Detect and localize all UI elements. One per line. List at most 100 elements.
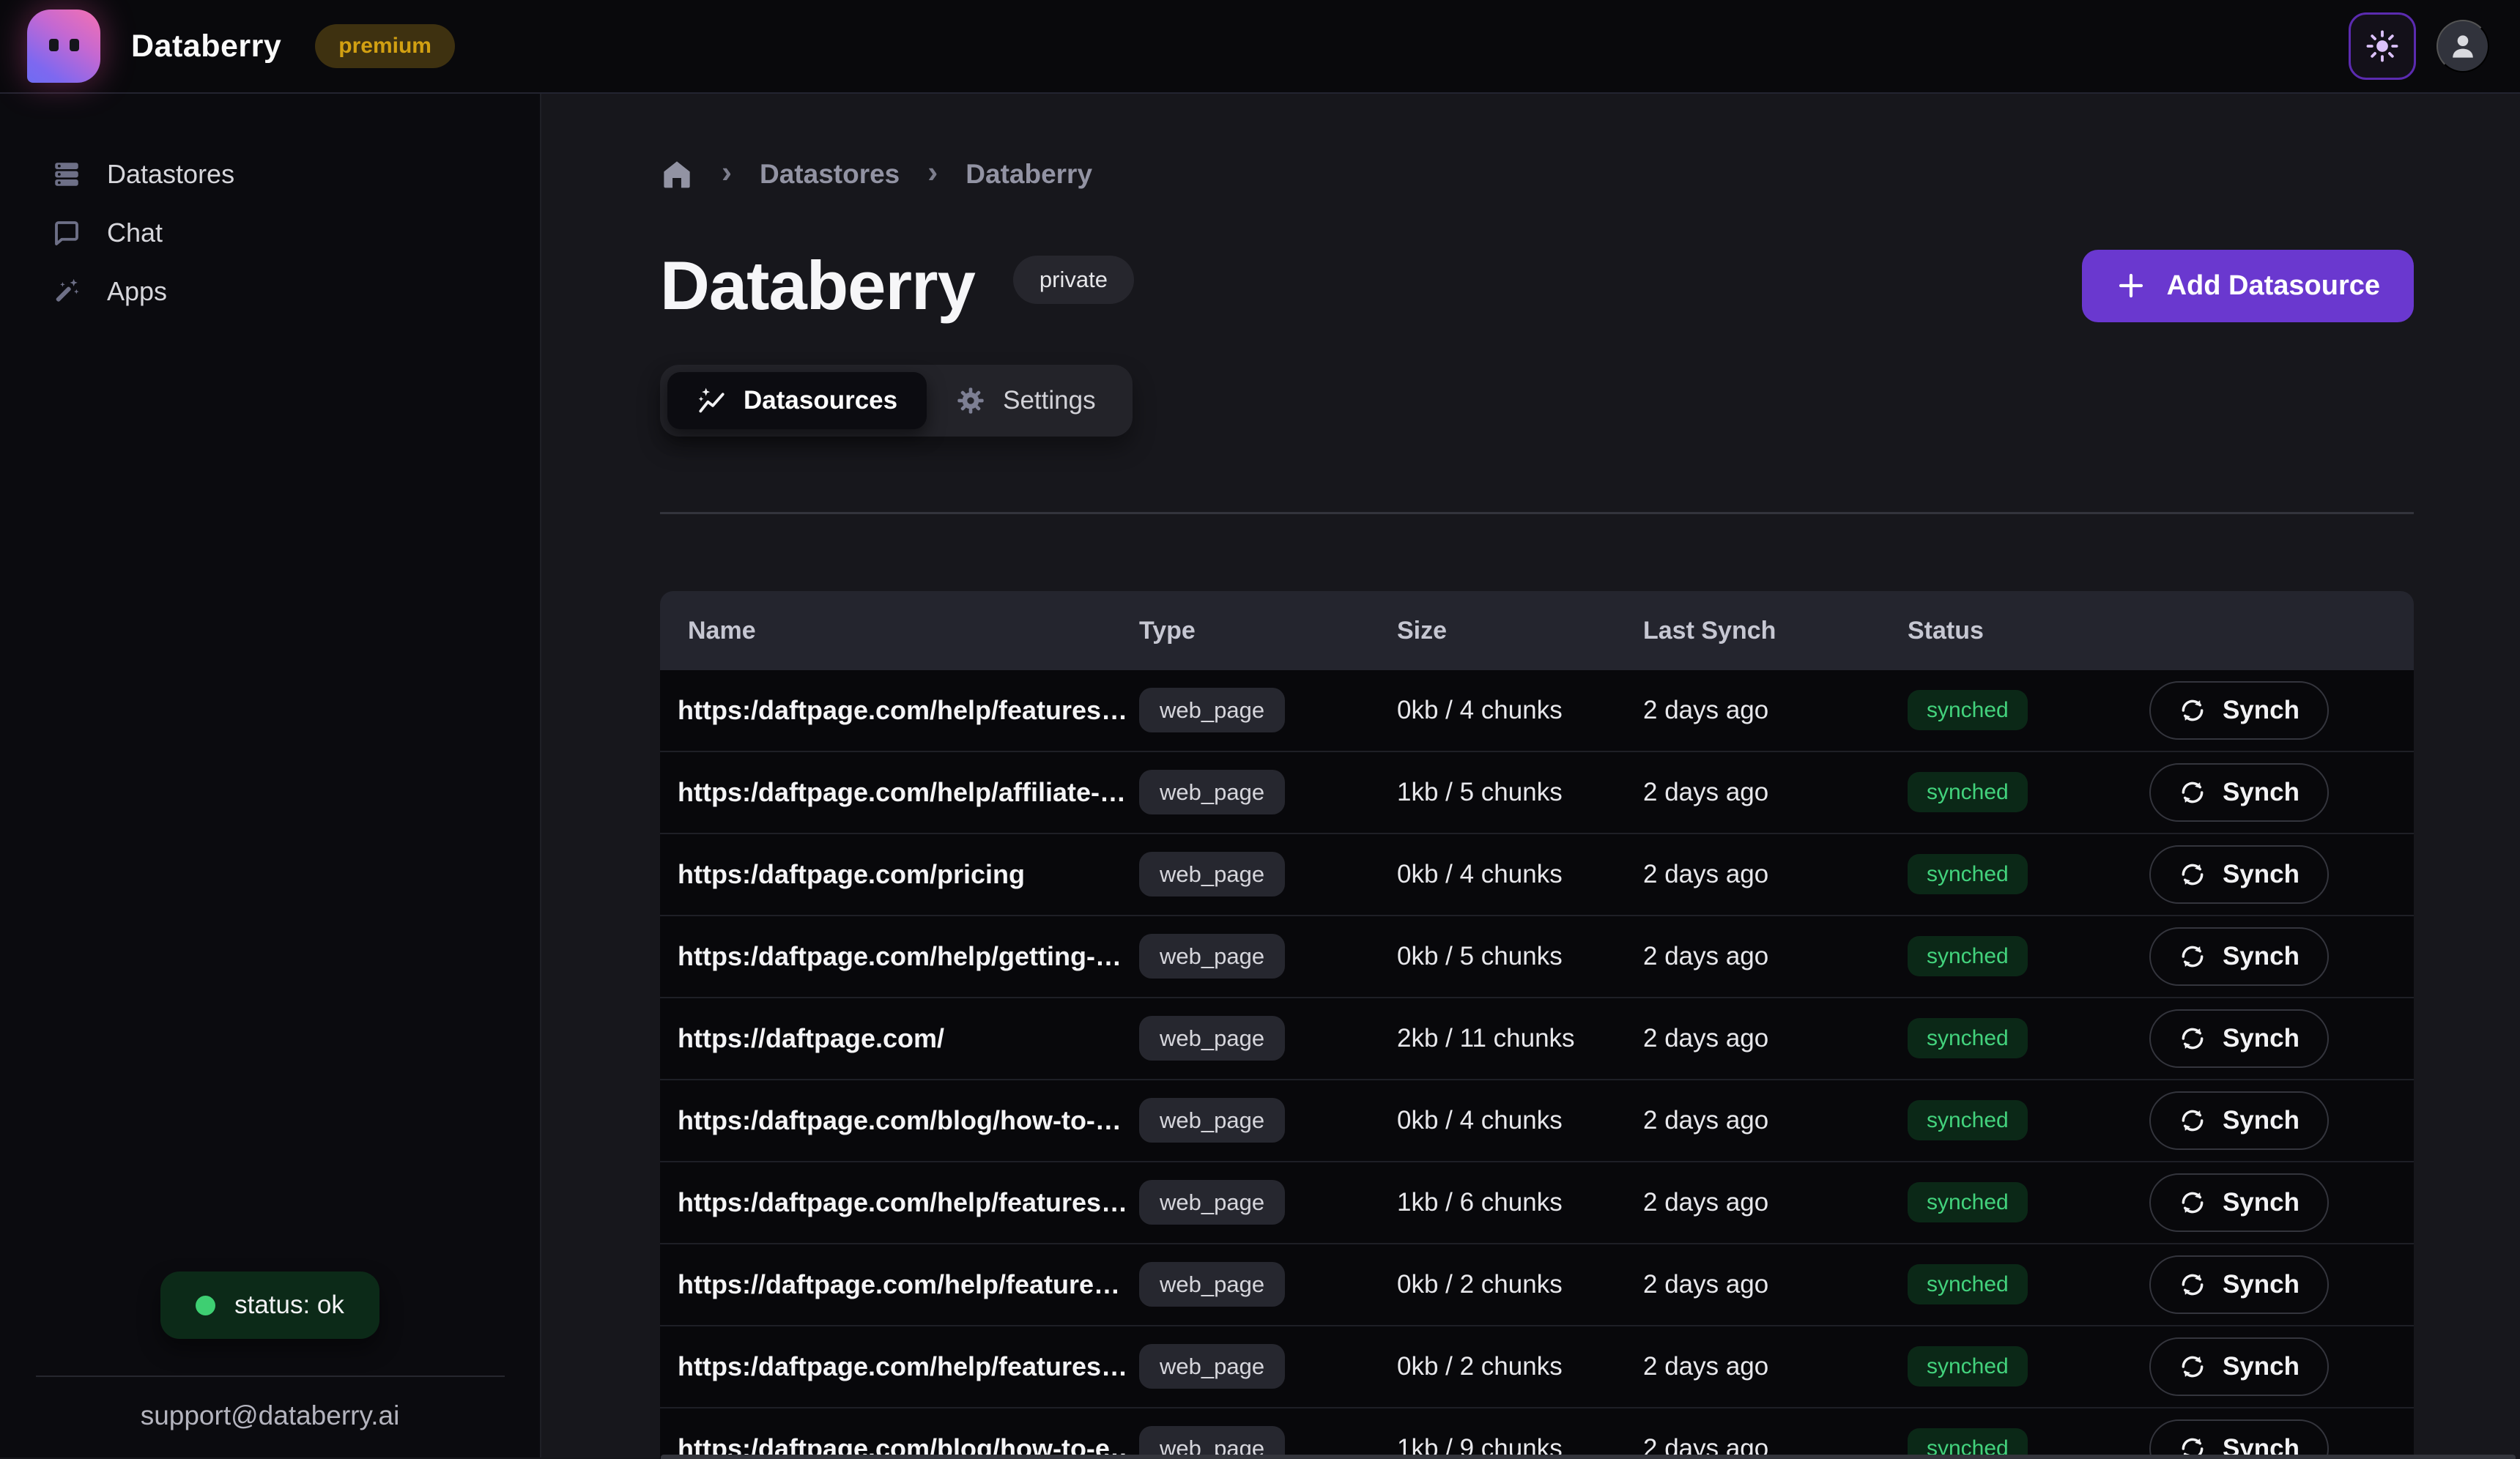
datasource-name[interactable]: https:/daftpage.com/help/getting-… [660,941,1129,972]
topbar: Databerry premium [0,0,2520,94]
refresh-icon [2179,1107,2206,1135]
status-badge: synched [1908,1264,2028,1304]
status-badge: synched [1908,854,2028,894]
table-row: https:/daftpage.com/help/getting-… web_p… [660,916,2414,998]
last-synch-value: 2 days ago [1633,860,1897,889]
column-header-size: Size [1387,617,1633,645]
datasource-name[interactable]: https:/daftpage.com/help/features… [660,1351,1129,1382]
sidebar-item-label: Apps [107,276,167,307]
synch-button[interactable]: Synch [2149,845,2329,904]
sidebar-item-label: Chat [107,218,163,248]
account-menu-button[interactable] [2436,20,2489,73]
datasource-name[interactable]: https:/daftpage.com/pricing [660,859,1129,890]
magic-wand-icon [51,276,82,307]
refresh-icon [2179,1271,2206,1299]
synch-button-label: Synch [2223,1352,2300,1381]
sun-icon [2365,29,2399,63]
page-title: Databerry [660,246,975,325]
sidebar-item-chat[interactable]: Chat [0,204,540,262]
synch-button[interactable]: Synch [2149,681,2329,740]
sparkles-trend-icon [697,386,726,415]
last-synch-value: 2 days ago [1633,1024,1897,1053]
synch-button[interactable]: Synch [2149,927,2329,986]
plus-icon [2116,270,2146,301]
type-badge: web_page [1139,1098,1285,1143]
table-row: https:/daftpage.com/pricing web_page 0kb… [660,834,2414,916]
refresh-icon [2179,697,2206,724]
last-synch-value: 2 days ago [1633,778,1897,807]
table-header: Name Type Size Last Synch Status [660,591,2414,670]
status-badge: synched [1908,772,2028,812]
status-badge: synched [1908,1018,2028,1058]
home-icon[interactable] [660,157,694,191]
tab-label: Datasources [744,386,897,415]
sidebar-item-label: Datastores [107,159,234,190]
size-value: 0kb / 2 chunks [1387,1270,1633,1299]
synch-button[interactable]: Synch [2149,1419,2329,1459]
type-badge: web_page [1139,852,1285,896]
type-badge: web_page [1139,1016,1285,1061]
databerry-logo[interactable] [27,10,100,83]
last-synch-value: 2 days ago [1633,1106,1897,1135]
status-badge: status: ok [160,1271,379,1339]
refresh-icon [2179,943,2206,970]
type-badge: web_page [1139,770,1285,814]
type-badge: web_page [1139,934,1285,979]
size-value: 0kb / 4 chunks [1387,1106,1633,1135]
last-synch-value: 2 days ago [1633,1188,1897,1217]
theme-toggle-button[interactable] [2349,12,2416,80]
datasource-name[interactable]: https://daftpage.com/ [660,1023,1129,1054]
column-header-type: Type [1129,617,1387,645]
datasource-name[interactable]: https:/daftpage.com/blog/how-to-… [660,1105,1129,1136]
support-email[interactable]: support@databerry.ai [141,1400,400,1431]
datasource-name[interactable]: https://daftpage.com/help/feature… [660,1269,1129,1300]
horizontal-scrollbar[interactable] [661,1455,2516,1459]
breadcrumb: › Datastores › Databerry [660,157,2414,192]
table-row: https://daftpage.com/help/feature… web_p… [660,1244,2414,1326]
size-value: 0kb / 5 chunks [1387,942,1633,971]
type-badge: web_page [1139,1262,1285,1307]
synch-button[interactable]: Synch [2149,1255,2329,1314]
synch-button[interactable]: Synch [2149,1337,2329,1396]
gear-icon [956,386,985,415]
datasource-name[interactable]: https:/daftpage.com/help/features… [660,1187,1129,1218]
datasource-name[interactable]: https:/daftpage.com/help/affiliate-… [660,777,1129,808]
synch-button[interactable]: Synch [2149,1173,2329,1232]
add-datasource-button[interactable]: Add Datasource [2082,250,2414,322]
sidebar-item-datastores[interactable]: Datastores [0,145,540,204]
main-content: › Datastores › Databerry Databerry priva… [541,94,2520,1458]
type-badge: web_page [1139,688,1285,732]
last-synch-value: 2 days ago [1633,1352,1897,1381]
user-icon [2447,30,2479,62]
type-badge: web_page [1139,1180,1285,1225]
refresh-icon [2179,1353,2206,1381]
sidebar: Datastores Chat Apps [0,94,541,1458]
tab-datasources[interactable]: Datasources [667,372,927,429]
size-value: 2kb / 11 chunks [1387,1024,1633,1053]
chat-bubble-icon [51,218,82,248]
table-row: https:/daftpage.com/blog/how-to-… web_pa… [660,1080,2414,1162]
refresh-icon [2179,1025,2206,1053]
table-row: https:/daftpage.com/blog/how-to-e… web_p… [660,1408,2414,1459]
refresh-icon [2179,861,2206,888]
add-datasource-label: Add Datasource [2167,270,2380,302]
synch-button[interactable]: Synch [2149,1091,2329,1150]
status-label: status: ok [234,1291,344,1320]
status-ok-dot-icon [196,1296,215,1315]
synch-button[interactable]: Synch [2149,763,2329,822]
brand-title: Databerry [131,29,281,64]
synch-button-label: Synch [2223,942,2300,971]
synch-button-label: Synch [2223,778,2300,807]
status-badge: synched [1908,1100,2028,1140]
datasource-name[interactable]: https:/daftpage.com/help/features… [660,695,1129,726]
breadcrumb-item-datastores[interactable]: Datastores [760,159,900,190]
breadcrumb-item-databerry[interactable]: Databerry [966,159,1092,190]
tab-settings[interactable]: Settings [927,372,1124,429]
size-value: 0kb / 4 chunks [1387,696,1633,725]
synch-button[interactable]: Synch [2149,1009,2329,1068]
sidebar-item-apps[interactable]: Apps [0,262,540,321]
database-stack-icon [51,159,82,190]
last-synch-value: 2 days ago [1633,942,1897,971]
logo-eye [49,39,59,51]
synch-button-label: Synch [2223,860,2300,889]
